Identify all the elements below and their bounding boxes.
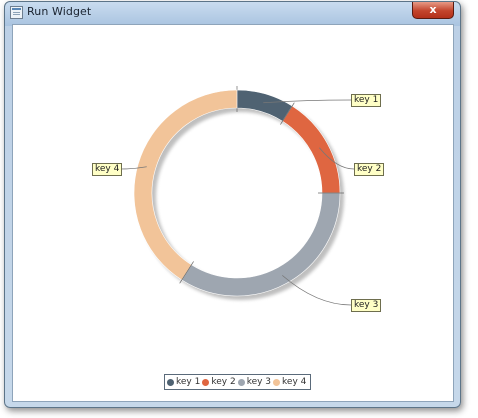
slice-key-1[interactable]	[236, 89, 293, 122]
app-window: Run Widget x key 1 key 2 key 3 key 4 key…	[4, 1, 461, 408]
callout-key-3: key 3	[351, 299, 382, 312]
title-bar[interactable]: Run Widget x	[5, 2, 460, 24]
legend-label-key-3: key 3	[246, 377, 272, 387]
legend-item-key-4: key 4	[273, 377, 306, 387]
legend-label-key-1: key 1	[176, 377, 201, 387]
chart-area: key 1 key 2 key 3 key 4 key 1 key 2 key …	[12, 24, 454, 402]
legend-swatch-key-1	[167, 378, 174, 386]
legend-item-key-3: key 3	[237, 377, 272, 387]
slice-key-3[interactable]	[181, 192, 341, 297]
callout-key-1: key 1	[351, 94, 382, 107]
doughnut-chart	[120, 86, 355, 306]
legend-label-key-2: key 2	[211, 377, 236, 387]
legend-item-key-2: key 2	[202, 377, 236, 387]
legend-swatch-key-4	[273, 378, 281, 386]
legend-label-key-4: key 4	[282, 377, 307, 387]
app-window-icon	[10, 6, 23, 19]
callout-key-4: key 4	[92, 163, 123, 176]
window-title: Run Widget	[27, 5, 92, 18]
callout-key-2: key 2	[354, 163, 385, 176]
chart-legend: key 1 key 2 key 3 key 4	[164, 374, 312, 390]
close-button[interactable]: x	[412, 2, 454, 19]
slice-key-4[interactable]	[133, 89, 238, 281]
legend-item-key-1: key 1	[167, 377, 200, 387]
legend-swatch-key-3	[237, 378, 245, 386]
legend-swatch-key-2	[202, 378, 210, 386]
